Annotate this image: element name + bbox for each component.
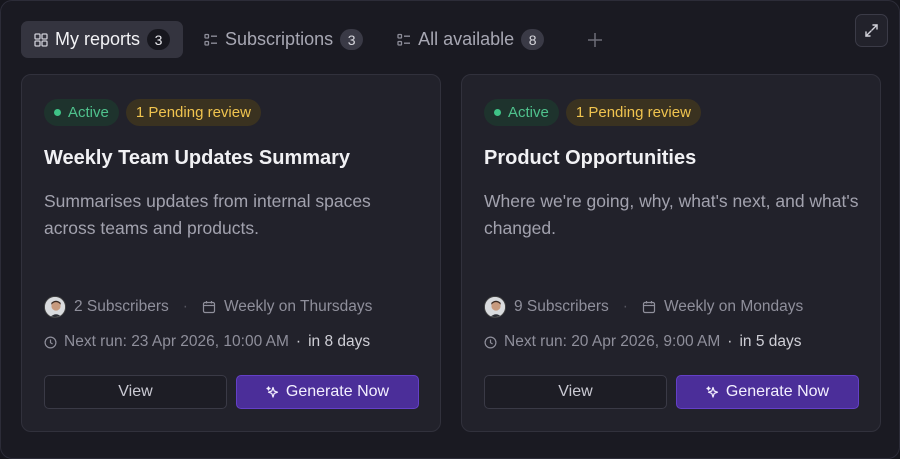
clock-icon (44, 335, 57, 349)
generate-now-button[interactable]: Generate Now (236, 375, 419, 409)
avatar (44, 296, 66, 318)
avatar (484, 296, 506, 318)
status-badges: Active 1 Pending review (484, 99, 701, 126)
schedule-label: Weekly on Mondays (663, 298, 804, 315)
subscriber-count[interactable]: 2 Subscribers (74, 298, 169, 316)
status-badges: Active 1 Pending review (44, 99, 261, 126)
generate-label: Generate Now (725, 383, 830, 400)
report-meta: 9 Subscribers · Weekly on Mondays (484, 295, 803, 319)
active-status-badge: Active (484, 99, 559, 126)
expand-button[interactable] (855, 14, 888, 47)
expand-icon (865, 24, 878, 37)
pending-review-badge[interactable]: 1 Pending review (565, 99, 701, 126)
report-description: Where we're going, why, what's next, and… (484, 191, 859, 238)
report-meta: 2 Subscribers · Weekly on Thursdays (44, 295, 372, 319)
tab-count-badge: 3 (147, 29, 171, 50)
pending-review-badge[interactable]: 1 Pending review (125, 99, 261, 126)
clock-icon (484, 335, 497, 349)
active-status-badge: Active (44, 99, 119, 126)
subscriber-count[interactable]: 9 Subscribers (514, 298, 609, 316)
relative-time: in 8 days (308, 333, 371, 350)
tab-count-badge: 3 (340, 29, 364, 50)
plus-icon (588, 32, 603, 47)
tab-bar: My reports 3 Subscriptions 3 All availab… (21, 21, 611, 58)
grid-icon (34, 32, 48, 47)
report-description: Summarises updates from internal spaces … (44, 191, 371, 238)
report-card: Active 1 Pending review Product Opportun… (461, 74, 881, 432)
tab-label: All available (418, 29, 515, 49)
tab-label: My reports (55, 29, 141, 49)
report-title: Product Opportunities (484, 147, 697, 169)
next-run-row: Next run: 20 Apr 2026, 9:00 AM · in 5 da… (484, 330, 802, 354)
tab-my-reports[interactable]: My reports 3 (21, 21, 184, 58)
sparkle-icon (266, 385, 279, 399)
sparkle-icon (706, 385, 719, 399)
generate-label: Generate Now (285, 383, 390, 400)
calendar-icon (642, 300, 656, 314)
view-button[interactable]: View (484, 375, 667, 409)
separator: · (182, 298, 188, 315)
calendar-icon (202, 300, 216, 314)
separator: · (727, 333, 733, 350)
add-tab-button[interactable] (579, 24, 611, 56)
status-dot-icon (494, 109, 501, 116)
relative-time: in 5 days (739, 333, 802, 350)
separator: · (295, 333, 302, 350)
list-icon (204, 33, 218, 47)
list-icon (397, 33, 411, 47)
tab-label: Subscriptions (225, 29, 334, 49)
tab-count-badge: 8 (521, 29, 545, 50)
view-button[interactable]: View (44, 375, 227, 409)
next-run-row: Next run: 23 Apr 2026, 10:00 AM · in 8 d… (44, 330, 370, 354)
status-dot-icon (54, 109, 61, 116)
tab-subscriptions[interactable]: Subscriptions 3 (191, 21, 376, 58)
next-run-label: Next run: 20 Apr 2026, 9:00 AM (504, 333, 721, 350)
separator: · (622, 298, 628, 315)
generate-now-button[interactable]: Generate Now (676, 375, 859, 409)
tab-all-available[interactable]: All available 8 (384, 21, 557, 58)
status-label: Active (508, 104, 549, 121)
next-run-label: Next run: 23 Apr 2026, 10:00 AM (64, 333, 289, 350)
report-card: Active 1 Pending review Weekly Team Upda… (21, 74, 441, 432)
status-label: Active (68, 104, 109, 121)
schedule-label: Weekly on Thursdays (223, 298, 373, 315)
report-title: Weekly Team Updates Summary (44, 147, 351, 169)
reports-panel: My reports 3 Subscriptions 3 All availab… (0, 0, 900, 459)
